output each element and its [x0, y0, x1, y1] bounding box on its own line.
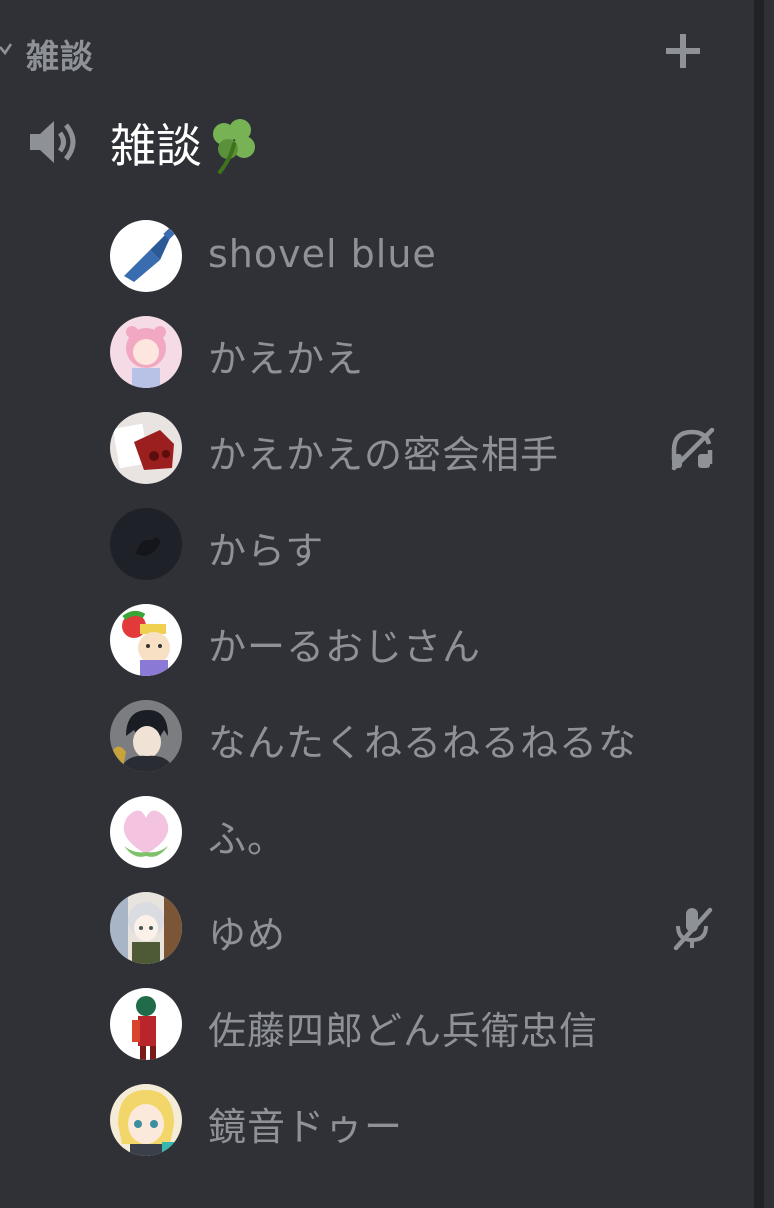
voice-user-row[interactable]: shovel blue — [0, 220, 720, 310]
voice-user-row[interactable]: なんたくねるねるねるな — [0, 700, 720, 790]
voice-user-row[interactable]: かえかえ — [0, 316, 720, 406]
user-name: shovel blue — [208, 232, 437, 276]
avatar[interactable] — [110, 892, 182, 964]
user-name: かえかえ — [208, 337, 365, 381]
voice-user-row[interactable]: からす — [0, 508, 720, 598]
avatar[interactable] — [110, 988, 182, 1060]
avatar[interactable] — [110, 220, 182, 292]
voice-user-row[interactable]: かえかえの密会相手 — [0, 412, 720, 502]
user-name: 鏡音ドゥー — [208, 1105, 404, 1149]
voice-channel[interactable]: 雑談 — [0, 100, 720, 180]
avatar[interactable] — [110, 316, 182, 388]
user-name: かえかえの密会相手 — [208, 433, 560, 477]
voice-channel-list: 雑談 雑談 shovel blue かえかえ かえかえの密会相手 からす かーる… — [0, 0, 764, 1208]
shamrock-emoji — [213, 118, 255, 174]
user-name: かーるおじさん — [208, 625, 482, 669]
user-name: 佐藤四郎どん兵衛忠信 — [208, 1009, 599, 1053]
category-label: 雑談 — [26, 37, 94, 76]
voice-user-row[interactable]: 佐藤四郎どん兵衛忠信 — [0, 988, 720, 1078]
voice-user-row[interactable]: ふ。 — [0, 796, 720, 886]
voice-user-row[interactable]: 鏡音ドゥー — [0, 1084, 720, 1174]
deafened-icon — [671, 427, 715, 471]
avatar[interactable] — [110, 604, 182, 676]
chevron-down-icon[interactable] — [0, 40, 12, 60]
avatar[interactable] — [110, 1084, 182, 1156]
avatar[interactable] — [110, 796, 182, 868]
user-name: ふ。 — [208, 817, 287, 861]
avatar[interactable] — [110, 412, 182, 484]
voice-user-row[interactable]: かーるおじさん — [0, 604, 720, 694]
avatar[interactable] — [110, 700, 182, 772]
user-name: からす — [208, 529, 325, 573]
scrollbar-track[interactable] — [754, 0, 764, 1208]
category-header[interactable]: 雑談 — [0, 22, 720, 82]
voice-user-row[interactable]: ゆめ — [0, 892, 720, 982]
plus-icon[interactable] — [662, 30, 704, 72]
user-name: ゆめ — [208, 913, 287, 957]
speaker-icon — [30, 121, 76, 163]
avatar[interactable] — [110, 508, 182, 580]
channel-name: 雑談 — [110, 110, 264, 176]
user-name: なんたくねるねるねるな — [208, 721, 638, 765]
muted-icon — [673, 907, 713, 951]
